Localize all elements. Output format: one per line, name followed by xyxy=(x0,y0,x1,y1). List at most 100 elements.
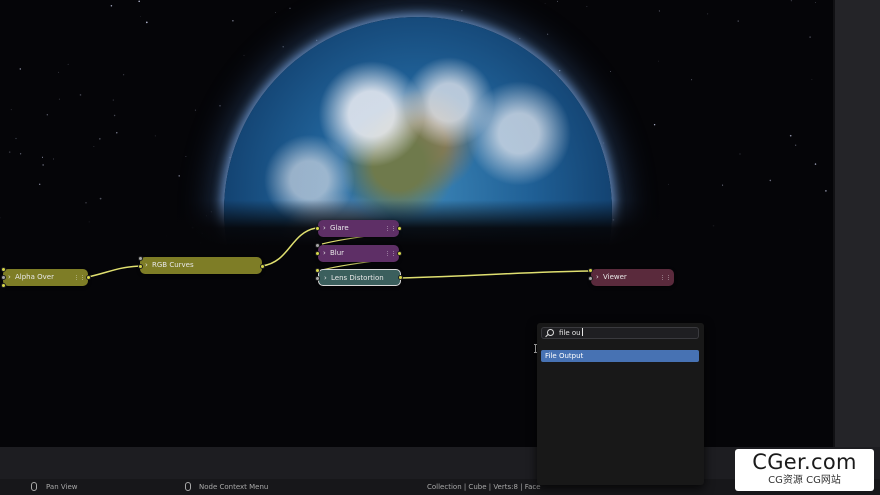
node-title: Glare xyxy=(330,224,349,232)
drag-grip-icon xyxy=(662,275,669,280)
star xyxy=(116,132,118,134)
status-context-menu: Node Context Menu xyxy=(199,483,269,491)
node-title: Viewer xyxy=(603,273,627,281)
status-pan-view: Pan View xyxy=(46,483,78,491)
search-query: file ou xyxy=(559,329,581,337)
input-socket[interactable] xyxy=(1,275,6,280)
star xyxy=(739,153,741,155)
star xyxy=(737,20,739,22)
star xyxy=(19,153,22,155)
input-socket[interactable] xyxy=(1,283,6,288)
chevron-right-icon[interactable]: › xyxy=(145,257,148,274)
search-input[interactable]: file ou xyxy=(541,327,699,339)
star xyxy=(194,109,196,111)
star xyxy=(138,0,140,3)
star xyxy=(691,79,693,81)
drag-grip-icon xyxy=(387,226,394,231)
star xyxy=(722,184,724,186)
node-title: RGB Curves xyxy=(152,261,194,269)
star xyxy=(99,138,101,140)
star xyxy=(19,68,22,70)
text-cursor-icon xyxy=(534,344,537,353)
star xyxy=(809,36,811,38)
search-icon xyxy=(547,329,554,336)
drag-grip-icon xyxy=(76,275,83,280)
star xyxy=(461,10,463,12)
star xyxy=(815,1,816,3)
star xyxy=(658,60,659,62)
node-title: Blur xyxy=(330,249,345,257)
status-scene-stats: Collection | Cube | Verts:8 | Face xyxy=(427,483,541,491)
chevron-right-icon[interactable]: › xyxy=(596,269,599,286)
star xyxy=(8,151,11,153)
node-title: Alpha Over xyxy=(15,273,54,281)
node-viewer[interactable]: › Viewer xyxy=(591,269,674,286)
star xyxy=(586,6,588,7)
star xyxy=(769,179,772,182)
input-socket[interactable] xyxy=(315,276,320,281)
star xyxy=(556,0,558,2)
render-shade xyxy=(0,200,833,447)
chevron-right-icon[interactable]: › xyxy=(8,269,11,286)
star xyxy=(38,183,41,186)
node-lens-distortion[interactable]: › Lens Distortion xyxy=(318,269,401,286)
chevron-right-icon[interactable]: › xyxy=(323,220,326,237)
star xyxy=(519,38,521,40)
star xyxy=(123,74,125,76)
star xyxy=(58,98,60,100)
input-socket[interactable] xyxy=(588,268,593,273)
output-socket[interactable] xyxy=(260,264,265,269)
node-editor-canvas[interactable]: › Alpha Over › RGB Curves › Glare › Blur… xyxy=(0,0,833,447)
node-search-popup[interactable]: file ou File Output xyxy=(537,323,704,485)
star xyxy=(232,20,234,22)
node-blur[interactable]: › Blur xyxy=(318,245,399,262)
star xyxy=(52,158,54,160)
input-socket[interactable] xyxy=(315,243,320,248)
node-alpha-over[interactable]: › Alpha Over xyxy=(3,269,88,286)
star xyxy=(145,21,148,24)
star xyxy=(825,190,827,192)
star xyxy=(93,146,95,148)
star xyxy=(289,7,291,9)
star xyxy=(789,134,792,137)
star xyxy=(811,79,813,80)
star xyxy=(41,156,44,158)
star xyxy=(658,10,660,12)
input-socket[interactable] xyxy=(588,276,593,281)
star xyxy=(795,144,797,146)
input-socket[interactable] xyxy=(315,226,320,231)
sidebar-region[interactable] xyxy=(835,0,880,447)
output-socket[interactable] xyxy=(398,275,403,280)
star xyxy=(547,33,549,35)
output-socket[interactable] xyxy=(397,251,402,256)
watermark-sub: CG资源 CG网站 xyxy=(768,475,841,486)
watermark-main: CGer.com xyxy=(752,450,857,474)
input-socket[interactable] xyxy=(315,268,320,273)
star xyxy=(67,63,69,65)
node-glare[interactable]: › Glare xyxy=(318,220,399,237)
star xyxy=(110,4,113,7)
star xyxy=(814,163,817,165)
mouse-right-icon xyxy=(185,482,191,491)
star xyxy=(653,124,656,126)
node-rgb-curves[interactable]: › RGB Curves xyxy=(140,257,262,274)
output-socket[interactable] xyxy=(397,226,402,231)
star xyxy=(219,105,221,107)
search-result-file-output[interactable]: File Output xyxy=(541,350,699,362)
chevron-right-icon[interactable]: › xyxy=(324,270,327,287)
input-socket[interactable] xyxy=(1,267,6,272)
star xyxy=(603,142,605,144)
watermark-logo: CGer.com CG资源 CG网站 xyxy=(735,449,874,491)
drag-grip-icon xyxy=(387,251,394,256)
input-socket[interactable] xyxy=(138,264,143,269)
star xyxy=(790,0,792,2)
text-caret xyxy=(581,328,583,336)
star xyxy=(154,135,156,137)
star xyxy=(275,11,276,13)
input-socket[interactable] xyxy=(138,256,143,261)
star xyxy=(559,69,561,72)
output-socket[interactable] xyxy=(86,275,91,280)
star xyxy=(185,156,187,157)
input-socket[interactable] xyxy=(315,251,320,256)
chevron-right-icon[interactable]: › xyxy=(323,245,326,262)
